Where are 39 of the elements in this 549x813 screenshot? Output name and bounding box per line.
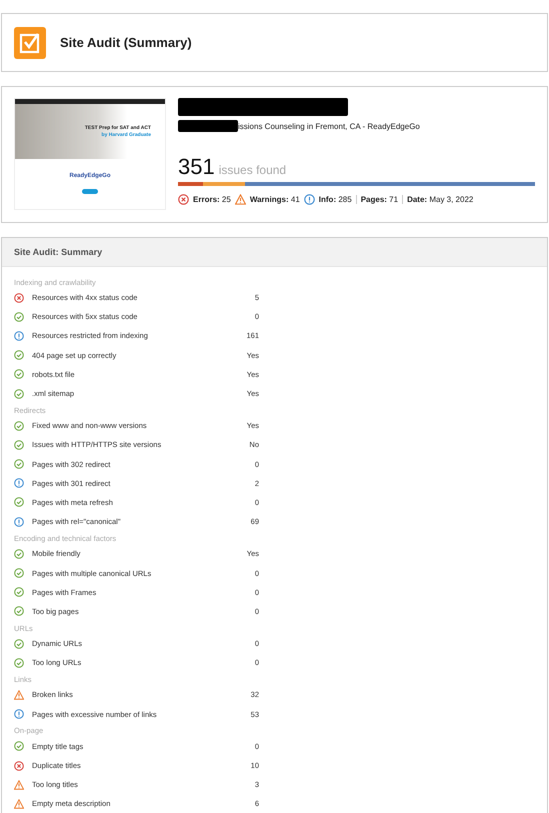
info-icon: [304, 194, 315, 205]
stat-text: Date: May 3, 2022: [407, 195, 474, 204]
check-circle-icon: [14, 638, 24, 649]
check-circle-icon: [14, 568, 24, 578]
panel-title: Site Audit: Summary: [2, 238, 547, 267]
stat-text: Info: 285: [318, 195, 352, 204]
error-icon: [14, 760, 24, 771]
check-circle-icon: [14, 312, 24, 322]
check-circle-icon: [14, 388, 24, 399]
check-circle-icon: [14, 658, 24, 668]
site-subtitle: issions Counseling in Fremont, CA - ReadyEdgeGo: [238, 122, 420, 130]
issues-label: issues found: [218, 163, 286, 177]
check-circle-icon: [14, 548, 24, 559]
check-circle-icon: [14, 420, 24, 431]
issues-count: 351: [178, 154, 215, 180]
error-icon: [14, 292, 24, 303]
info-icon: [14, 516, 24, 527]
check-circle-icon: [14, 369, 24, 380]
check-circle-icon: [14, 587, 24, 598]
info-icon: [14, 330, 24, 341]
warning-icon: [234, 194, 246, 205]
check-circle-icon: [14, 440, 24, 450]
info-icon: [14, 478, 24, 488]
warning-icon: [14, 690, 24, 700]
redaction-bar: [178, 120, 238, 132]
page-title: Site Audit (Summary): [60, 35, 192, 50]
check-circle-icon: [14, 741, 24, 752]
stat-text: Pages: 71: [360, 195, 398, 204]
check-circle-icon: [14, 459, 24, 470]
warning-icon: [14, 780, 24, 790]
check-circle-icon: [14, 606, 24, 616]
info-icon: [14, 709, 24, 720]
warning-icon: [14, 798, 24, 809]
check-circle-icon: [14, 497, 24, 508]
stat-text: Warnings: 41: [250, 195, 300, 204]
check-circle-icon: [14, 350, 24, 360]
stat-text: Errors: 25: [193, 195, 231, 204]
checkbox-logo-icon: [14, 26, 46, 58]
error-icon: [178, 194, 189, 205]
